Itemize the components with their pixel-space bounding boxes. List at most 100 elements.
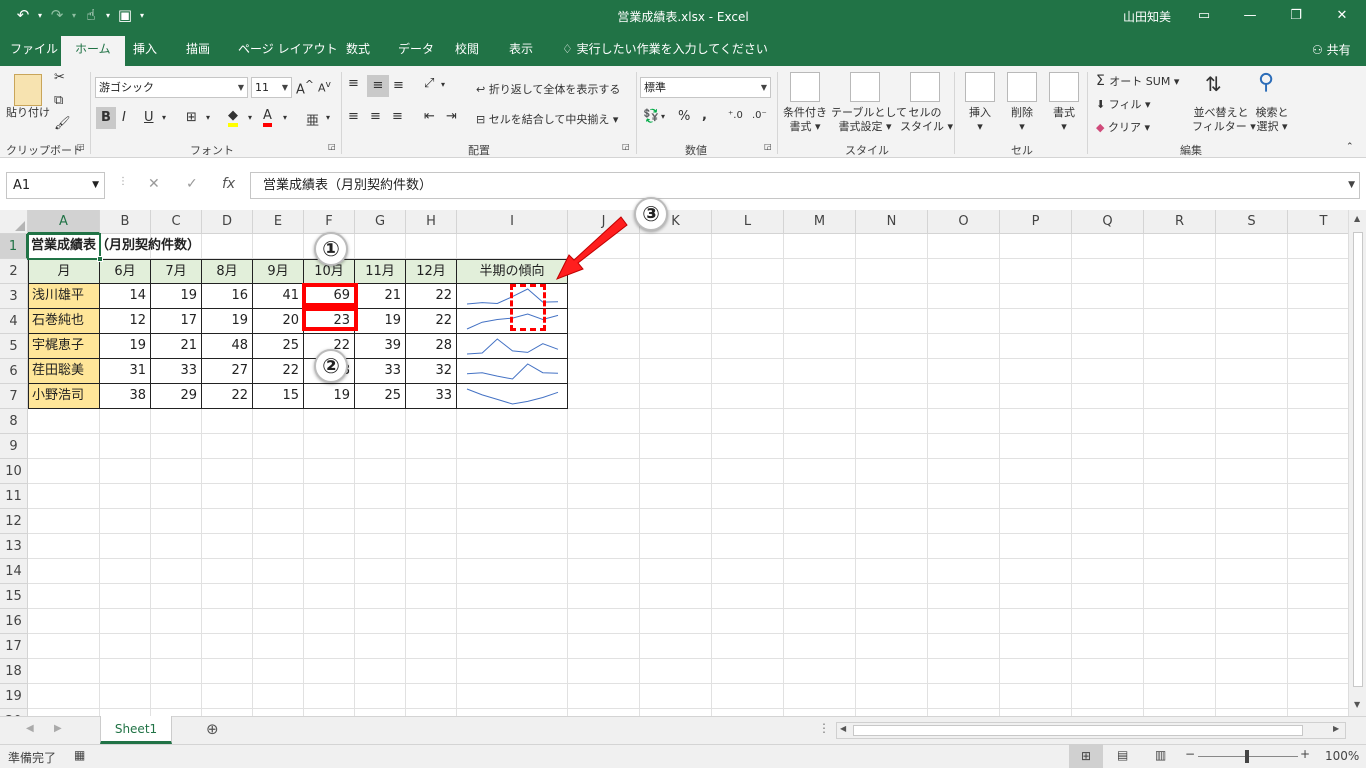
- value-cell[interactable]: 27: [202, 359, 253, 384]
- sparkline-cell[interactable]: [457, 359, 568, 384]
- empty-cell[interactable]: [1072, 659, 1144, 684]
- empty-cell[interactable]: [304, 709, 355, 716]
- empty-cell[interactable]: [406, 409, 457, 434]
- empty-cell[interactable]: [457, 409, 568, 434]
- empty-cell[interactable]: [406, 534, 457, 559]
- decrease-indent-icon[interactable]: ⇤: [424, 109, 435, 124]
- empty-cell[interactable]: [1000, 309, 1072, 334]
- empty-cell[interactable]: [856, 309, 928, 334]
- empty-cell[interactable]: [28, 709, 100, 716]
- empty-cell[interactable]: [640, 684, 712, 709]
- empty-cell[interactable]: [928, 384, 1000, 409]
- empty-cell[interactable]: [406, 684, 457, 709]
- empty-cell[interactable]: [640, 509, 712, 534]
- empty-cell[interactable]: [1072, 259, 1144, 284]
- empty-cell[interactable]: [1144, 559, 1216, 584]
- empty-cell[interactable]: [1144, 709, 1216, 716]
- empty-cell[interactable]: [784, 609, 856, 634]
- vertical-scroll-thumb[interactable]: [1353, 232, 1363, 687]
- empty-cell[interactable]: [640, 559, 712, 584]
- cell-styles-button[interactable]: セルの スタイル ▾: [900, 106, 953, 134]
- empty-cell[interactable]: [1000, 709, 1072, 716]
- empty-cell[interactable]: [1000, 659, 1072, 684]
- decrease-font-icon[interactable]: Av: [318, 79, 331, 95]
- dialog-launcher-icon[interactable]: ◲: [764, 142, 772, 151]
- empty-cell[interactable]: [1216, 534, 1288, 559]
- empty-cell[interactable]: [784, 309, 856, 334]
- format-cells-button[interactable]: 書式 ▾: [1046, 106, 1082, 134]
- empty-cell[interactable]: [457, 659, 568, 684]
- empty-cell[interactable]: [406, 559, 457, 584]
- row-header-18[interactable]: 18: [0, 659, 28, 684]
- format-painter-icon[interactable]: 🖌: [54, 116, 71, 131]
- format-as-table-button[interactable]: テーブルとして 書式設定 ▾: [831, 106, 907, 134]
- row-header-19[interactable]: 19: [0, 684, 28, 709]
- minimize-button[interactable]: —: [1227, 0, 1273, 32]
- percent-icon[interactable]: %: [678, 109, 690, 124]
- name-box[interactable]: A1 ▼: [6, 172, 105, 199]
- increase-indent-icon[interactable]: ⇥: [446, 109, 457, 124]
- empty-cell[interactable]: [151, 584, 202, 609]
- name-cell[interactable]: 小野浩司: [28, 384, 100, 409]
- empty-cell[interactable]: [712, 409, 784, 434]
- empty-cell[interactable]: [406, 509, 457, 534]
- name-cell[interactable]: 浅川雄平: [28, 284, 100, 309]
- scroll-left-icon[interactable]: ◀: [840, 724, 846, 733]
- name-cell[interactable]: 荏田聡美: [28, 359, 100, 384]
- empty-cell[interactable]: [457, 459, 568, 484]
- empty-cell[interactable]: [1144, 659, 1216, 684]
- cut-icon[interactable]: ✂: [54, 70, 65, 85]
- empty-cell[interactable]: [355, 459, 406, 484]
- vertical-scrollbar[interactable]: ▲ ▼: [1348, 210, 1366, 716]
- empty-cell[interactable]: [784, 359, 856, 384]
- empty-cell[interactable]: [640, 434, 712, 459]
- tab-file[interactable]: ファイル: [4, 39, 64, 66]
- header-cell[interactable]: 7月: [151, 259, 202, 284]
- empty-cell[interactable]: [568, 409, 640, 434]
- column-header-s[interactable]: S: [1216, 210, 1288, 234]
- empty-cell[interactable]: [202, 584, 253, 609]
- empty-cell[interactable]: [856, 584, 928, 609]
- empty-cell[interactable]: [856, 359, 928, 384]
- tab-formulas[interactable]: 数式: [340, 39, 376, 66]
- empty-cell[interactable]: [928, 609, 1000, 634]
- empty-cell[interactable]: [640, 359, 712, 384]
- value-cell[interactable]: 22: [406, 284, 457, 309]
- tab-insert[interactable]: 挿入: [127, 39, 163, 66]
- value-cell[interactable]: 16: [202, 284, 253, 309]
- value-cell[interactable]: 39: [355, 334, 406, 359]
- empty-cell[interactable]: [640, 409, 712, 434]
- empty-cell[interactable]: [568, 559, 640, 584]
- empty-cell[interactable]: [151, 709, 202, 716]
- empty-cell[interactable]: [457, 234, 568, 259]
- more-options-icon[interactable]: ⋮: [118, 176, 128, 187]
- empty-cell[interactable]: [151, 559, 202, 584]
- column-header-o[interactable]: O: [928, 210, 1000, 234]
- column-header-a[interactable]: A: [28, 210, 100, 234]
- value-cell[interactable]: 14: [100, 284, 151, 309]
- value-cell[interactable]: 31: [100, 359, 151, 384]
- empty-cell[interactable]: [355, 584, 406, 609]
- row-header-5[interactable]: 5: [0, 334, 28, 359]
- empty-cell[interactable]: [712, 359, 784, 384]
- empty-cell[interactable]: [1144, 484, 1216, 509]
- column-header-h[interactable]: H: [406, 210, 457, 234]
- empty-cell[interactable]: [406, 634, 457, 659]
- empty-cell[interactable]: [568, 384, 640, 409]
- empty-cell[interactable]: [928, 484, 1000, 509]
- empty-cell[interactable]: [568, 634, 640, 659]
- insert-cells-button[interactable]: 挿入 ▾: [962, 106, 998, 134]
- empty-cell[interactable]: [1000, 509, 1072, 534]
- align-center-icon[interactable]: ≡: [370, 109, 381, 124]
- empty-cell[interactable]: [784, 234, 856, 259]
- empty-cell[interactable]: [712, 509, 784, 534]
- empty-cell[interactable]: [712, 284, 784, 309]
- empty-cell[interactable]: [355, 709, 406, 716]
- empty-cell[interactable]: [784, 334, 856, 359]
- empty-cell[interactable]: [928, 309, 1000, 334]
- column-header-g[interactable]: G: [355, 210, 406, 234]
- row-header-8[interactable]: 8: [0, 409, 28, 434]
- empty-cell[interactable]: [355, 409, 406, 434]
- name-cell[interactable]: 石巻純也: [28, 309, 100, 334]
- empty-cell[interactable]: [457, 584, 568, 609]
